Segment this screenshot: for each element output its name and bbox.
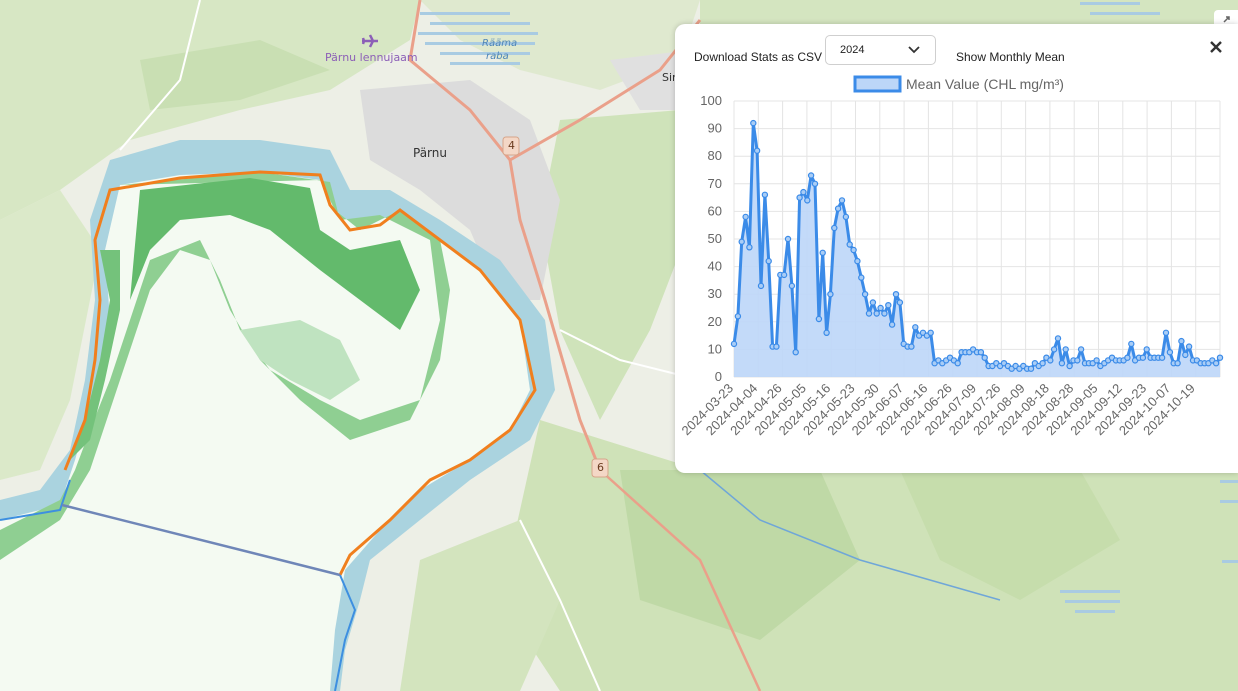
data-point [800, 188, 807, 196]
data-point [831, 224, 838, 232]
data-point [1039, 360, 1046, 367]
data-point [896, 299, 904, 306]
chevron-down-icon [908, 46, 920, 54]
download-csv-button[interactable]: Download Stats as CSV [694, 50, 822, 64]
data-point [819, 249, 826, 256]
y-tick-label: 10 [708, 341, 722, 356]
data-point [981, 354, 988, 361]
data-point [788, 282, 796, 290]
data-point [811, 180, 819, 188]
data-point [1166, 349, 1174, 356]
city-label: Pärnu [413, 146, 447, 160]
data-point [877, 304, 884, 312]
airport-label: Pärnu lennujaam [325, 51, 418, 64]
data-point [823, 329, 830, 336]
data-point [1212, 360, 1220, 367]
data-point [796, 194, 803, 201]
y-tick-label: 40 [708, 259, 722, 274]
y-tick-label: 100 [700, 93, 722, 108]
data-point [753, 147, 761, 154]
year-select-value: 2024 [840, 44, 865, 56]
data-point [765, 257, 772, 265]
data-point [1162, 329, 1170, 336]
data-point [927, 329, 934, 336]
data-point [1128, 340, 1135, 348]
data-point [861, 290, 869, 298]
data-point [1143, 346, 1150, 353]
data-point [784, 235, 792, 243]
stats-panel: Download Stats as CSV 2024 Show Monthly … [675, 24, 1238, 473]
data-point [842, 213, 850, 221]
data-point [908, 343, 915, 350]
data-point [869, 299, 877, 306]
data-point [1158, 354, 1166, 361]
bog-label-line2: raba [486, 51, 509, 62]
chl-chart: Mean Value (CHL mg/m³) 0 10 20 30 40 50 60 70 80 9… [678, 75, 1224, 438]
data-point [780, 271, 788, 279]
data-point [1124, 354, 1131, 361]
data-point [1074, 357, 1081, 364]
data-point [834, 205, 842, 212]
data-point [912, 324, 919, 331]
data-point [892, 290, 900, 298]
road-6-label: 6 [597, 461, 604, 474]
data-point [1178, 337, 1185, 345]
data-point [1139, 354, 1147, 361]
data-point [846, 241, 853, 248]
data-point [742, 213, 749, 221]
data-point [1066, 362, 1073, 370]
legend-swatch [853, 75, 902, 93]
data-point [873, 310, 880, 317]
data-point [827, 290, 834, 298]
data-point [1182, 351, 1189, 359]
show-monthly-mean-toggle[interactable]: Show Monthly Mean [956, 50, 1065, 64]
data-point [1058, 360, 1066, 367]
data-point [738, 238, 745, 245]
data-point [815, 315, 823, 323]
legend-label: Mean Value (CHL mg/m³) [906, 76, 1064, 92]
y-tick-label: 20 [708, 314, 722, 329]
bog-label-line1: Rääma [482, 38, 518, 49]
data-point [1054, 335, 1062, 342]
data-point [792, 349, 799, 356]
data-point [734, 313, 742, 320]
data-point [750, 119, 757, 127]
y-tick-label: 60 [708, 203, 722, 218]
data-point [865, 310, 873, 317]
data-point [1174, 360, 1181, 367]
data-point [746, 244, 753, 251]
road-4-label: 4 [508, 139, 515, 152]
data-point [888, 321, 896, 328]
data-point [1077, 346, 1085, 353]
y-tick-label: 70 [708, 176, 722, 191]
y-tick-label: 50 [708, 231, 722, 246]
data-point [885, 301, 892, 309]
y-tick-label: 30 [708, 286, 722, 301]
data-point [1047, 357, 1054, 364]
data-point [807, 172, 815, 179]
data-point [757, 282, 765, 290]
data-point [954, 360, 961, 367]
close-icon[interactable] [1208, 39, 1224, 55]
data-point [1062, 346, 1069, 353]
data-point [1093, 357, 1100, 364]
data-point [854, 257, 861, 265]
data-point [1050, 346, 1058, 353]
data-point [730, 340, 738, 348]
y-tick-label: 0 [715, 369, 722, 384]
data-point [761, 191, 769, 199]
data-point [1027, 365, 1035, 372]
data-point [881, 310, 888, 317]
data-point [1216, 354, 1224, 361]
data-point [1185, 343, 1193, 350]
data-point [850, 246, 857, 254]
y-tick-label: 80 [708, 148, 722, 163]
data-point [804, 197, 811, 204]
year-select[interactable]: 2024 [825, 35, 936, 65]
data-point [858, 274, 865, 281]
y-tick-label: 90 [708, 121, 722, 136]
data-point [773, 343, 780, 350]
data-point [977, 349, 985, 356]
data-point [838, 197, 846, 204]
